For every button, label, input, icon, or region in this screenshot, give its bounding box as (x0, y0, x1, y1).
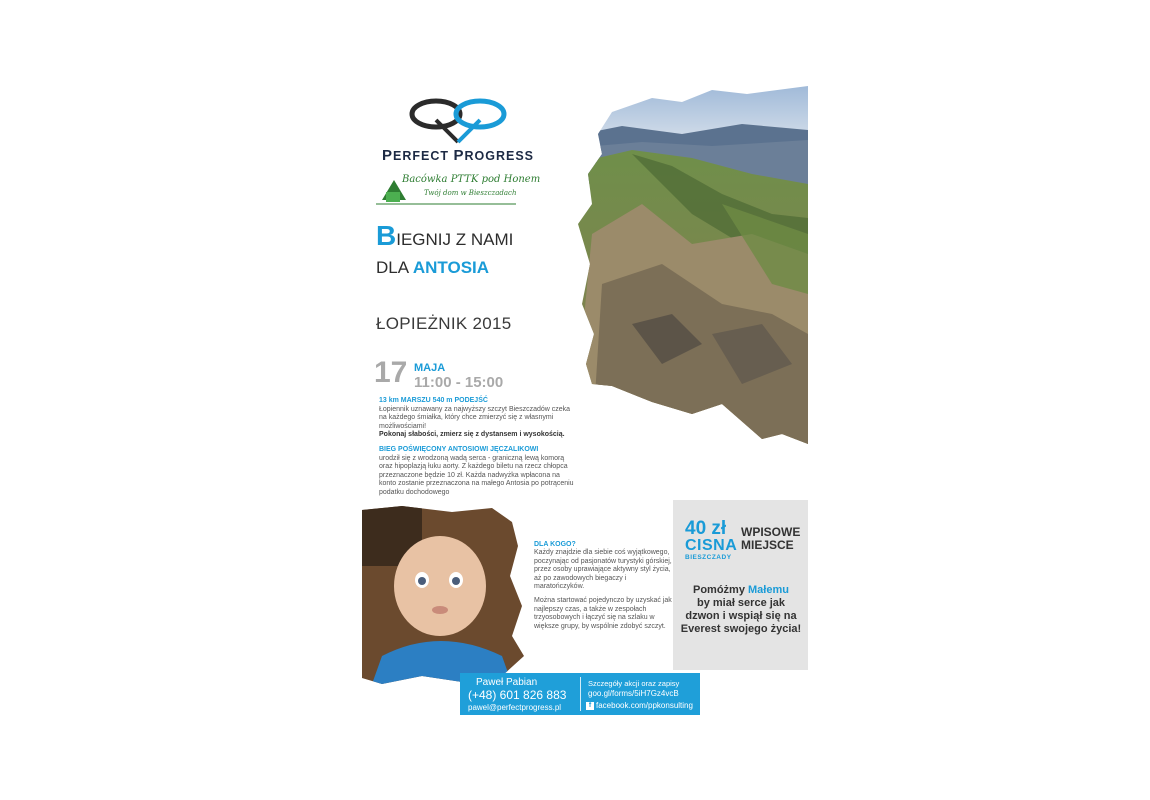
event-name: ŁOPIEŻNIK 2015 (376, 314, 512, 333)
appeal-text: Pomóżmy Małemu by miał serce jak dzwon i… (680, 584, 802, 635)
contact-email[interactable]: pawel@perfectprogress.pl (468, 703, 561, 712)
cause-text: urodził się z wrodzoną wadą serca - gran… (379, 454, 574, 496)
cause-info: BIEG POŚWIĘCONY ANTOSIOWI JĘCZALIKOWI ur… (379, 446, 579, 498)
pttk-title: Bacówka PTTK pod Honem (402, 174, 541, 185)
brand-name: PERFECT PROGRESS (381, 147, 535, 164)
audience-info: DLA KOGO? Każdy znajdzie dla siebie coś … (534, 541, 674, 631)
baby-photo (362, 506, 524, 684)
cause-heading: BIEG POŚWIĘCONY ANTOSIOWI JĘCZALIKOWI (379, 446, 539, 453)
contact-phone[interactable]: (+48) 601 826 883 (468, 688, 566, 702)
contact-divider (580, 677, 581, 711)
date-day: 17 (374, 356, 408, 389)
date-month: MAJA (414, 362, 446, 374)
pttk-subtitle: Twój dom w Bieszczadach (424, 189, 517, 197)
location-region: BIESZCZADY (685, 554, 732, 561)
audience-heading: DLA KOGO? (534, 541, 576, 548)
audience-text-2: Można startować pojedynczo by uzyskać ja… (534, 597, 672, 630)
mountain-photo (578, 86, 808, 444)
signup-label: Szczegóły akcji oraz zapisy (588, 679, 680, 688)
route-heading: 13 km MARSZU 540 m PODEJŚĆ (379, 397, 488, 404)
route-text: Łopiennik uznawany za najwyższy szczyt B… (379, 405, 571, 430)
info-box: 40 zł WPISOWE CISNA BIESZCZADY MIEJSCE P… (673, 500, 808, 670)
route-motto: Pokonaj słabości, zmierz się z dystansem… (379, 431, 565, 439)
contact-bar: Paweł Pabian (+48) 601 826 883 pawel@per… (460, 673, 700, 715)
location-label: MIEJSCE (741, 538, 794, 552)
headline-line1: BIEGNIJ Z NAMI (376, 220, 514, 251)
contact-name: Paweł Pabian (476, 677, 538, 688)
date-time: 11:00 - 15:00 (414, 374, 504, 391)
headline-line2: DLA ANTOSIA (376, 258, 490, 277)
facebook-icon: f (586, 701, 594, 710)
location-name: CISNA (685, 537, 738, 554)
poster: PERFECT PROGRESS Bacówka PTTK pod Honem … (362, 84, 808, 716)
signup-form-link[interactable]: goo.gl/forms/5iH7Gz4vcB (588, 689, 679, 698)
fee-label: WPISOWE (741, 525, 801, 539)
facebook-link[interactable]: f facebook.com/ppkonsulting (586, 701, 693, 710)
audience-text-1: Każdy znajdzie dla siebie coś wyjątkoweg… (534, 549, 672, 591)
route-info: 13 km MARSZU 540 m PODEJŚĆ Łopiennik uzn… (379, 397, 579, 440)
